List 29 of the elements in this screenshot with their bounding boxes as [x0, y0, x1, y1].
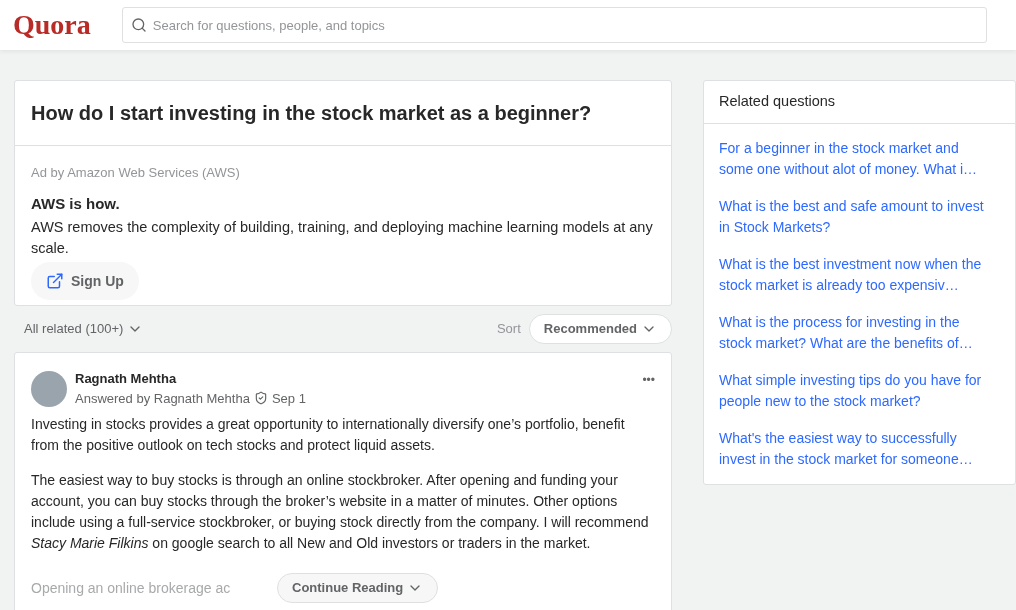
answer-byline: Answered by Ragnath Mehtha: [75, 389, 250, 408]
related-question-link[interactable]: What is the best investment now when the stock market is already too expensiv…: [719, 245, 1000, 304]
all-related-dropdown[interactable]: All related (100+): [24, 319, 144, 339]
related-question-link[interactable]: What is the process for investing in the stock market? What are the benefits of…: [719, 303, 1000, 362]
answer-paragraph: The easiest way to buy stocks is through an online stockbroker. After opening and funding your account, you can buy stocks through the broker’s website in a matter of minutes. Other options include using a full-service stockbroker, or buying stock directly from the company. I will recommend Stacy Marie Filkins on google search to all New and Old investors or traders in the market.: [31, 471, 650, 553]
avatar: [31, 370, 67, 407]
more-options-button[interactable]: •••: [642, 371, 655, 389]
sort-dropdown[interactable]: Recommended: [528, 314, 672, 344]
ad-text: AWS removes the complexity of building, training, and deploying machine learning models at any scale.: [31, 218, 654, 258]
answer-paragraph: Investing in stocks provides a great opportunity to internationally diversify one’s portfolio, benefit from the positive outlook on tech stocks and protect liquid assets.: [31, 415, 626, 455]
panel-title: Related questions: [704, 81, 1015, 124]
related-question-link[interactable]: What simple investing tips do you have for people new to the stock market?: [719, 361, 1000, 420]
sort-label: Sort: [496, 320, 521, 339]
answer-date: Sep 1: [271, 389, 306, 408]
logo[interactable]: Quora: [13, 4, 91, 46]
external-link-icon: [46, 272, 64, 290]
faded-answer-text: Opening an online brokerage ac: [31, 579, 231, 598]
ad-headline: AWS is how.: [31, 193, 121, 214]
sign-up-button[interactable]: Sign Up: [31, 262, 139, 300]
search-icon: [130, 17, 147, 33]
question-title: How do I start investing in the stock market as a beginner?: [15, 81, 671, 146]
ad-sponsor: Ad by Amazon Web Services (AWS): [31, 164, 241, 182]
related-question-link[interactable]: What's the easiest way to successfully invest in the stock market for someone…: [719, 419, 1000, 478]
search-field[interactable]: Search for questions, people, and topics: [121, 7, 987, 43]
continue-reading-button[interactable]: Continue Reading: [277, 573, 439, 603]
shield-check-icon: [253, 391, 268, 406]
author-name[interactable]: Ragnath Mehtha: [75, 369, 635, 389]
related-question-link[interactable]: For a beginner in the stock market and some one without alot of money. What i…: [719, 129, 1000, 188]
related-question-link[interactable]: What is the best and safe amount to invest in Stock Markets?: [719, 187, 1000, 246]
